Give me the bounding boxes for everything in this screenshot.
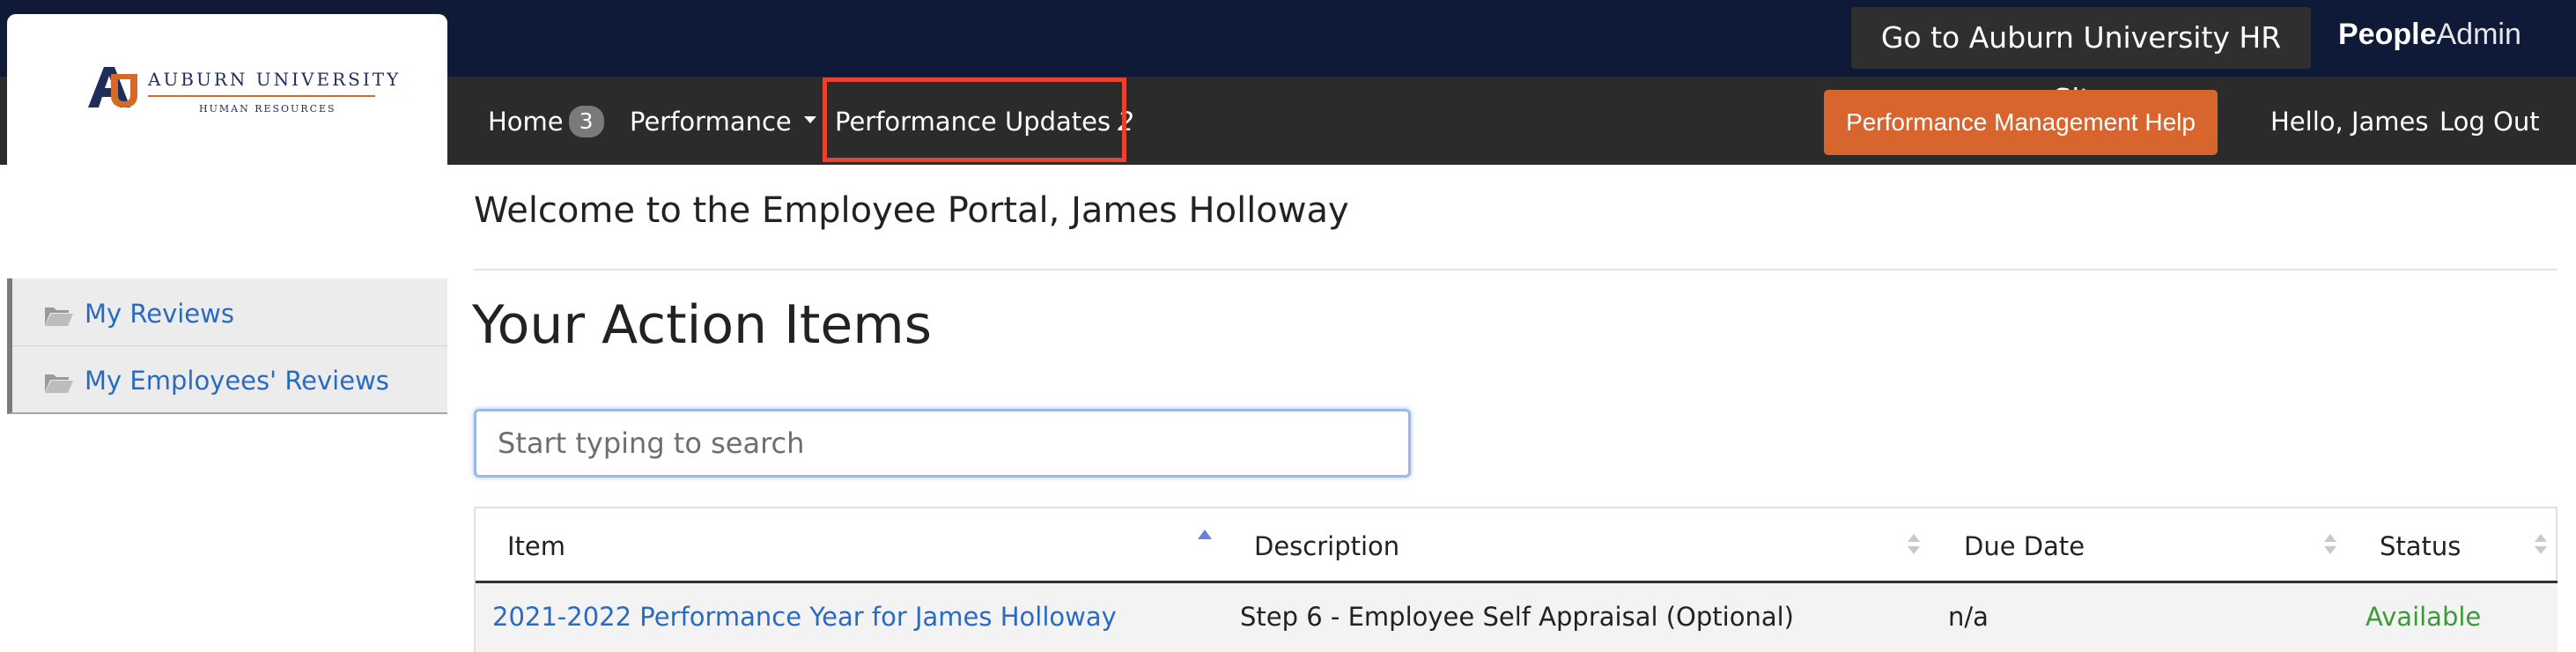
- brand-light: Admin: [2436, 18, 2521, 51]
- highlight-box: [823, 78, 1126, 162]
- au-logo-icon: [88, 67, 137, 107]
- nav-home-label: Home: [488, 107, 564, 137]
- description-cell: Step 6 - Employee Self Appraisal (Option…: [1240, 602, 1794, 632]
- welcome-heading: Welcome to the Employee Portal, James Ho…: [474, 190, 1349, 231]
- due-date-cell: n/a: [1948, 602, 1989, 632]
- peopleadmin-brand: PeopleAdmin: [2338, 12, 2521, 56]
- logo-department: HUMAN RESOURCES: [199, 103, 336, 115]
- sort-icon[interactable]: [2535, 534, 2549, 557]
- user-greeting: Hello, James: [2270, 107, 2429, 137]
- column-header-status[interactable]: Status: [2380, 529, 2461, 564]
- column-header-due-date[interactable]: Due Date: [1964, 529, 2085, 564]
- logout-link[interactable]: Log Out: [2439, 88, 2540, 155]
- nav-home[interactable]: Home 3: [488, 88, 604, 155]
- column-header-item[interactable]: Item: [507, 529, 565, 564]
- performance-help-button[interactable]: Performance Management Help: [1824, 90, 2218, 155]
- sidebar-item-my-reviews[interactable]: My Reviews: [44, 281, 234, 346]
- nav-performance-dropdown[interactable]: Performance: [630, 88, 816, 155]
- sidebar: My Reviews My Employees' Reviews: [7, 278, 447, 414]
- logo-divider: [148, 95, 375, 97]
- search-input[interactable]: [474, 409, 1411, 478]
- item-link[interactable]: 2021-2022 Performance Year for James Hol…: [492, 599, 1117, 634]
- status-cell: Available: [2366, 602, 2482, 632]
- sort-icon[interactable]: [2324, 534, 2338, 557]
- heading-divider: [474, 269, 2558, 270]
- hr-site-button[interactable]: Go to Auburn University HR Site: [1851, 7, 2311, 116]
- sidebar-item-label: My Reviews: [85, 299, 234, 329]
- sidebar-divider: [12, 345, 447, 346]
- caret-down-icon: [803, 116, 816, 123]
- nav-performance-label: Performance: [630, 107, 792, 137]
- sidebar-item-label: My Employees' Reviews: [85, 366, 389, 396]
- sort-ascending-icon[interactable]: [1198, 530, 1212, 539]
- brand-bold: People: [2338, 18, 2437, 51]
- folder-icon: [45, 307, 73, 326]
- sidebar-item-my-employees-reviews[interactable]: My Employees' Reviews: [44, 348, 389, 413]
- home-count-badge: 3: [568, 106, 604, 137]
- logo-university-name: AUBURN UNIVERSITY: [148, 69, 402, 90]
- folder-icon: [45, 374, 73, 393]
- sort-icon[interactable]: [1908, 534, 1922, 557]
- page-title: Your Action Items: [472, 294, 932, 356]
- column-header-description[interactable]: Description: [1254, 529, 1399, 564]
- auburn-logo[interactable]: AUBURN UNIVERSITY HUMAN RESOURCES: [7, 14, 447, 165]
